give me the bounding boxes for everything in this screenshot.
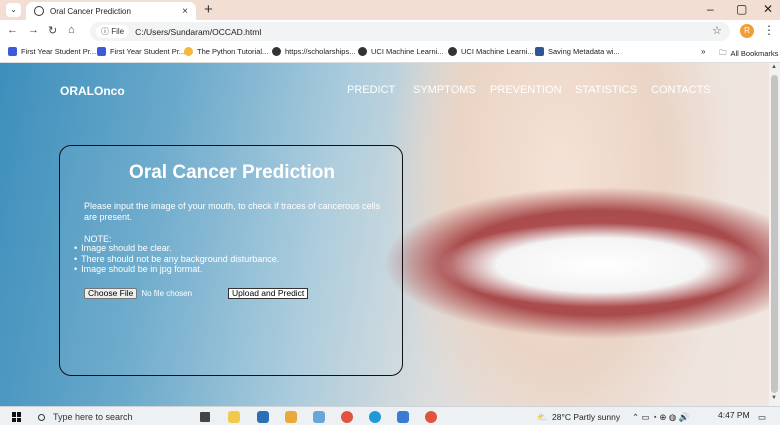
- site-info-chip[interactable]: ⓘ File: [96, 25, 130, 38]
- search-icon: [38, 413, 45, 421]
- list-item: Image should be clear.: [74, 243, 279, 254]
- form-icon: [97, 47, 106, 56]
- maximize-button[interactable]: ▢: [736, 2, 747, 16]
- bookmark-label: Saving Metadata wi...: [548, 47, 620, 56]
- weather-icon[interactable]: ⛅: [537, 412, 548, 423]
- bookmarks-overflow-button[interactable]: »: [701, 47, 705, 56]
- globe-icon: [448, 47, 457, 56]
- page-viewport: ORALOnco PREDICT SYMPTOMS PREVENTION STA…: [0, 63, 769, 406]
- bookmarks-bar: First Year Student Pr... First Year Stud…: [0, 43, 780, 63]
- clock[interactable]: 4:47 PM: [718, 410, 750, 420]
- url-text[interactable]: C:/Users/Sundaram/OCCAD.html: [135, 27, 261, 37]
- nav-symptoms[interactable]: SYMPTOMS: [413, 84, 476, 96]
- task-view-icon[interactable]: [200, 412, 210, 422]
- list-item: There should not be any background distu…: [74, 254, 279, 265]
- windows-start-icon[interactable]: [12, 412, 22, 422]
- globe-icon: [272, 47, 281, 56]
- page-scrollbar[interactable]: ▲ ▼: [769, 63, 780, 406]
- nav-prevention[interactable]: PREVENTION: [490, 84, 562, 96]
- menu-icon[interactable]: ⋮: [763, 23, 775, 37]
- python-icon: [184, 47, 193, 56]
- bookmark-label: UCI Machine Learni...: [461, 47, 534, 56]
- new-tab-button[interactable]: +: [204, 1, 213, 18]
- scroll-up-icon[interactable]: ▲: [771, 64, 777, 70]
- nav-contacts[interactable]: CONTACTS: [651, 84, 711, 96]
- store-icon[interactable]: [257, 411, 269, 423]
- globe-icon: [358, 47, 367, 56]
- file-explorer-icon[interactable]: [228, 411, 240, 423]
- edge-icon[interactable]: [369, 411, 381, 423]
- tab-strip: ⌄ Oral Cancer Prediction × + – ▢ ✕: [0, 0, 780, 20]
- list-item: Image should be in jpg format.: [74, 264, 279, 275]
- bookmark-item[interactable]: Saving Metadata wi...: [535, 47, 620, 56]
- bookmark-label: First Year Student Pr...: [21, 47, 97, 56]
- bookmark-item[interactable]: UCI Machine Learni...: [358, 47, 444, 56]
- scrollbar-thumb[interactable]: [771, 75, 778, 393]
- chrome-icon[interactable]: [341, 411, 353, 423]
- folder-icon: 🗀: [719, 48, 727, 57]
- system-tray-icons[interactable]: ⌃ ▭ ◔ ⊕ ◍ 🔊: [632, 412, 689, 423]
- notifications-icon[interactable]: ▭: [758, 412, 766, 423]
- all-bookmarks-label: All Bookmarks: [730, 49, 779, 58]
- notes-list: Image should be clear. There should not …: [74, 243, 279, 275]
- browser-toolbar: ← → ↻ ⌂ ⓘ File C:/Users/Sundaram/OCCAD.h…: [0, 20, 780, 43]
- medium-icon: [535, 47, 544, 56]
- globe-icon: [34, 6, 44, 16]
- home-button[interactable]: ⌂: [68, 24, 75, 36]
- bookmark-label: UCI Machine Learni...: [371, 47, 444, 56]
- close-window-button[interactable]: ✕: [763, 2, 773, 16]
- bookmark-item[interactable]: First Year Student Pr...: [8, 47, 96, 56]
- photos-icon[interactable]: [285, 411, 297, 423]
- vscode-icon[interactable]: [397, 411, 409, 423]
- back-button[interactable]: ←: [7, 24, 18, 36]
- bookmark-label: The Python Tutorial...: [197, 47, 269, 56]
- card-description: Please input the image of your mouth, to…: [84, 201, 381, 222]
- form-icon: [8, 47, 17, 56]
- mail-icon[interactable]: [313, 411, 325, 423]
- bookmark-label: https://scholarships...: [285, 47, 356, 56]
- site-logo[interactable]: ORALOnco: [60, 84, 125, 98]
- nav-statistics[interactable]: STATISTICS: [575, 84, 637, 96]
- bookmark-item[interactable]: UCI Machine Learni...: [448, 47, 534, 56]
- choose-file-button[interactable]: Choose File: [84, 288, 138, 299]
- tab-close-icon[interactable]: ×: [182, 6, 188, 17]
- upload-predict-button[interactable]: Upload and Predict: [228, 288, 309, 299]
- bookmark-star-icon[interactable]: ☆: [712, 24, 722, 37]
- scroll-down-icon[interactable]: ▼: [771, 395, 777, 401]
- forward-button[interactable]: →: [28, 24, 39, 36]
- nav-predict[interactable]: PREDICT: [347, 84, 395, 96]
- file-input[interactable]: Choose File No file chosen: [84, 288, 192, 299]
- file-status: No file chosen: [141, 289, 193, 298]
- tab-title: Oral Cancer Prediction: [50, 6, 131, 16]
- bookmark-item[interactable]: https://scholarships...: [272, 47, 355, 56]
- tab-search-icon[interactable]: ⌄: [6, 3, 21, 17]
- weather-text[interactable]: 28°C Partly sunny: [552, 412, 620, 422]
- active-tab[interactable]: Oral Cancer Prediction ×: [26, 2, 196, 20]
- reload-button[interactable]: ↻: [48, 24, 57, 37]
- windows-taskbar: Type here to search ⛅ 28°C Partly sunny …: [0, 406, 780, 425]
- minimize-button[interactable]: –: [707, 2, 714, 16]
- search-placeholder: Type here to search: [53, 412, 133, 422]
- bookmark-label: First Year Student Pr...: [110, 47, 186, 56]
- taskbar-search[interactable]: Type here to search: [38, 412, 133, 422]
- all-bookmarks-button[interactable]: 🗀 All Bookmarks: [719, 47, 778, 60]
- card-title: Oral Cancer Prediction: [129, 162, 335, 183]
- prediction-card: Oral Cancer Prediction Please input the …: [59, 145, 403, 376]
- chrome-active-icon[interactable]: [425, 411, 437, 423]
- profile-avatar[interactable]: R: [740, 24, 754, 38]
- bookmark-item[interactable]: The Python Tutorial...: [184, 47, 268, 56]
- address-bar[interactable]: ⓘ File C:/Users/Sundaram/OCCAD.html: [90, 22, 730, 41]
- bookmark-item[interactable]: First Year Student Pr...: [97, 47, 185, 56]
